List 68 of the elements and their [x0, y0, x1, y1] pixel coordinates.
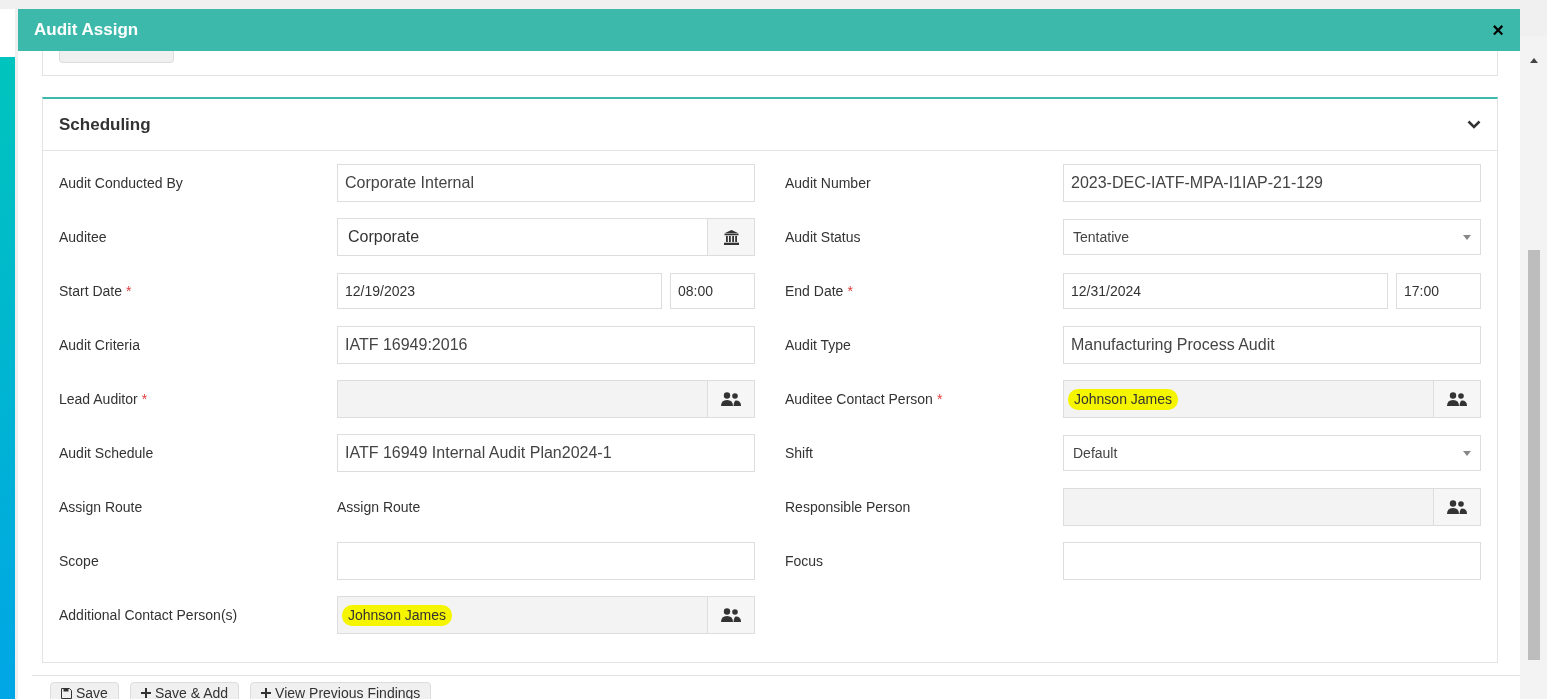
- field-label: Audit Criteria: [59, 335, 140, 355]
- section-title: Scheduling: [59, 113, 151, 136]
- select-field[interactable]: Tentative: [1063, 219, 1481, 255]
- field-label: Audit Schedule: [59, 443, 154, 463]
- field-label: Additional Contact Person(s): [59, 605, 238, 625]
- chevron-down-icon[interactable]: [1467, 120, 1481, 129]
- field-value: Johnson James: [1068, 388, 1179, 410]
- field-label: Assign Route: [59, 497, 143, 517]
- people-lookup-button[interactable]: [1434, 380, 1481, 418]
- plus-icon: [261, 688, 272, 698]
- plus-icon: [140, 688, 151, 698]
- text-field[interactable]: Manufacturing Process Audit: [1063, 326, 1481, 364]
- people-lookup-button[interactable]: [1434, 488, 1481, 526]
- text-field[interactable]: 2023-DEC-IATF-MPA-I1IAP-21-129: [1063, 164, 1481, 202]
- field-label: Shift: [785, 443, 813, 463]
- field-value: 2023-DEC-IATF-MPA-I1IAP-21-129: [1071, 173, 1323, 193]
- action-button[interactable]: Save: [50, 682, 119, 699]
- people-icon: [721, 608, 741, 622]
- field-label: Audit Conducted By: [59, 173, 183, 193]
- field-label: Scope: [59, 551, 99, 571]
- field-label: Audit Type: [785, 335, 851, 355]
- field-label: Audit Number: [785, 173, 871, 193]
- field-value: IATF 16949 Internal Audit Plan2024-1: [345, 443, 612, 463]
- dialog-title: Audit Assign: [34, 19, 139, 42]
- field-label: Auditee Contact Person: [785, 389, 933, 409]
- dropdown-arrow-icon: [1463, 450, 1471, 456]
- scrollbar-thumb[interactable]: [1527, 250, 1540, 660]
- field-value: Corporate Internal: [345, 173, 474, 193]
- field-label: Auditee: [59, 227, 107, 247]
- required-asterisk: *: [126, 281, 132, 301]
- date-field[interactable]: 12/31/2024: [1063, 273, 1388, 309]
- field-label: Lead Auditor: [59, 389, 138, 409]
- people-icon: [1447, 500, 1467, 514]
- people-lookup-button[interactable]: [708, 380, 755, 418]
- text-field[interactable]: Corporate Internal: [337, 164, 755, 202]
- people-icon: [721, 392, 741, 406]
- field-label: End Date: [785, 281, 844, 301]
- action-button[interactable]: Save & Add: [129, 682, 240, 699]
- field-label: Focus: [785, 551, 824, 571]
- text-field[interactable]: Corporate: [337, 218, 708, 256]
- field-label: Audit Status: [785, 227, 861, 247]
- scroll-up-arrow-icon[interactable]: [1529, 58, 1538, 63]
- date-field[interactable]: 12/19/2023: [337, 273, 662, 309]
- time-field[interactable]: 17:00: [1396, 273, 1481, 309]
- field-label: Responsible Person: [785, 497, 911, 517]
- text-field[interactable]: IATF 16949 Internal Audit Plan2024-1: [337, 434, 755, 472]
- field-value: Default: [1073, 443, 1118, 463]
- building-icon: [723, 229, 739, 245]
- people-icon: [1447, 392, 1467, 406]
- text-field[interactable]: [337, 542, 755, 580]
- close-button[interactable]: ×: [1492, 20, 1504, 40]
- field-value: IATF 16949:2016: [345, 335, 468, 355]
- required-asterisk: *: [936, 389, 943, 409]
- field-label: Start Date: [59, 281, 123, 301]
- text-field[interactable]: IATF 16949:2016: [337, 326, 755, 364]
- select-field[interactable]: Default: [1063, 435, 1481, 471]
- required-asterisk: *: [847, 281, 853, 301]
- people-lookup-button[interactable]: [708, 596, 755, 634]
- dropdown-arrow-icon: [1463, 234, 1471, 240]
- building-lookup-button[interactable]: [708, 218, 755, 256]
- field-value: Johnson James: [342, 604, 453, 626]
- time-field[interactable]: 08:00: [670, 273, 755, 309]
- text-field[interactable]: [1063, 542, 1481, 580]
- field-value: Tentative: [1073, 227, 1130, 247]
- route-link[interactable]: Assign Route: [337, 496, 421, 518]
- required-asterisk: *: [141, 389, 148, 409]
- field-value: Manufacturing Process Audit: [1071, 335, 1275, 355]
- field-value: Corporate: [348, 227, 420, 247]
